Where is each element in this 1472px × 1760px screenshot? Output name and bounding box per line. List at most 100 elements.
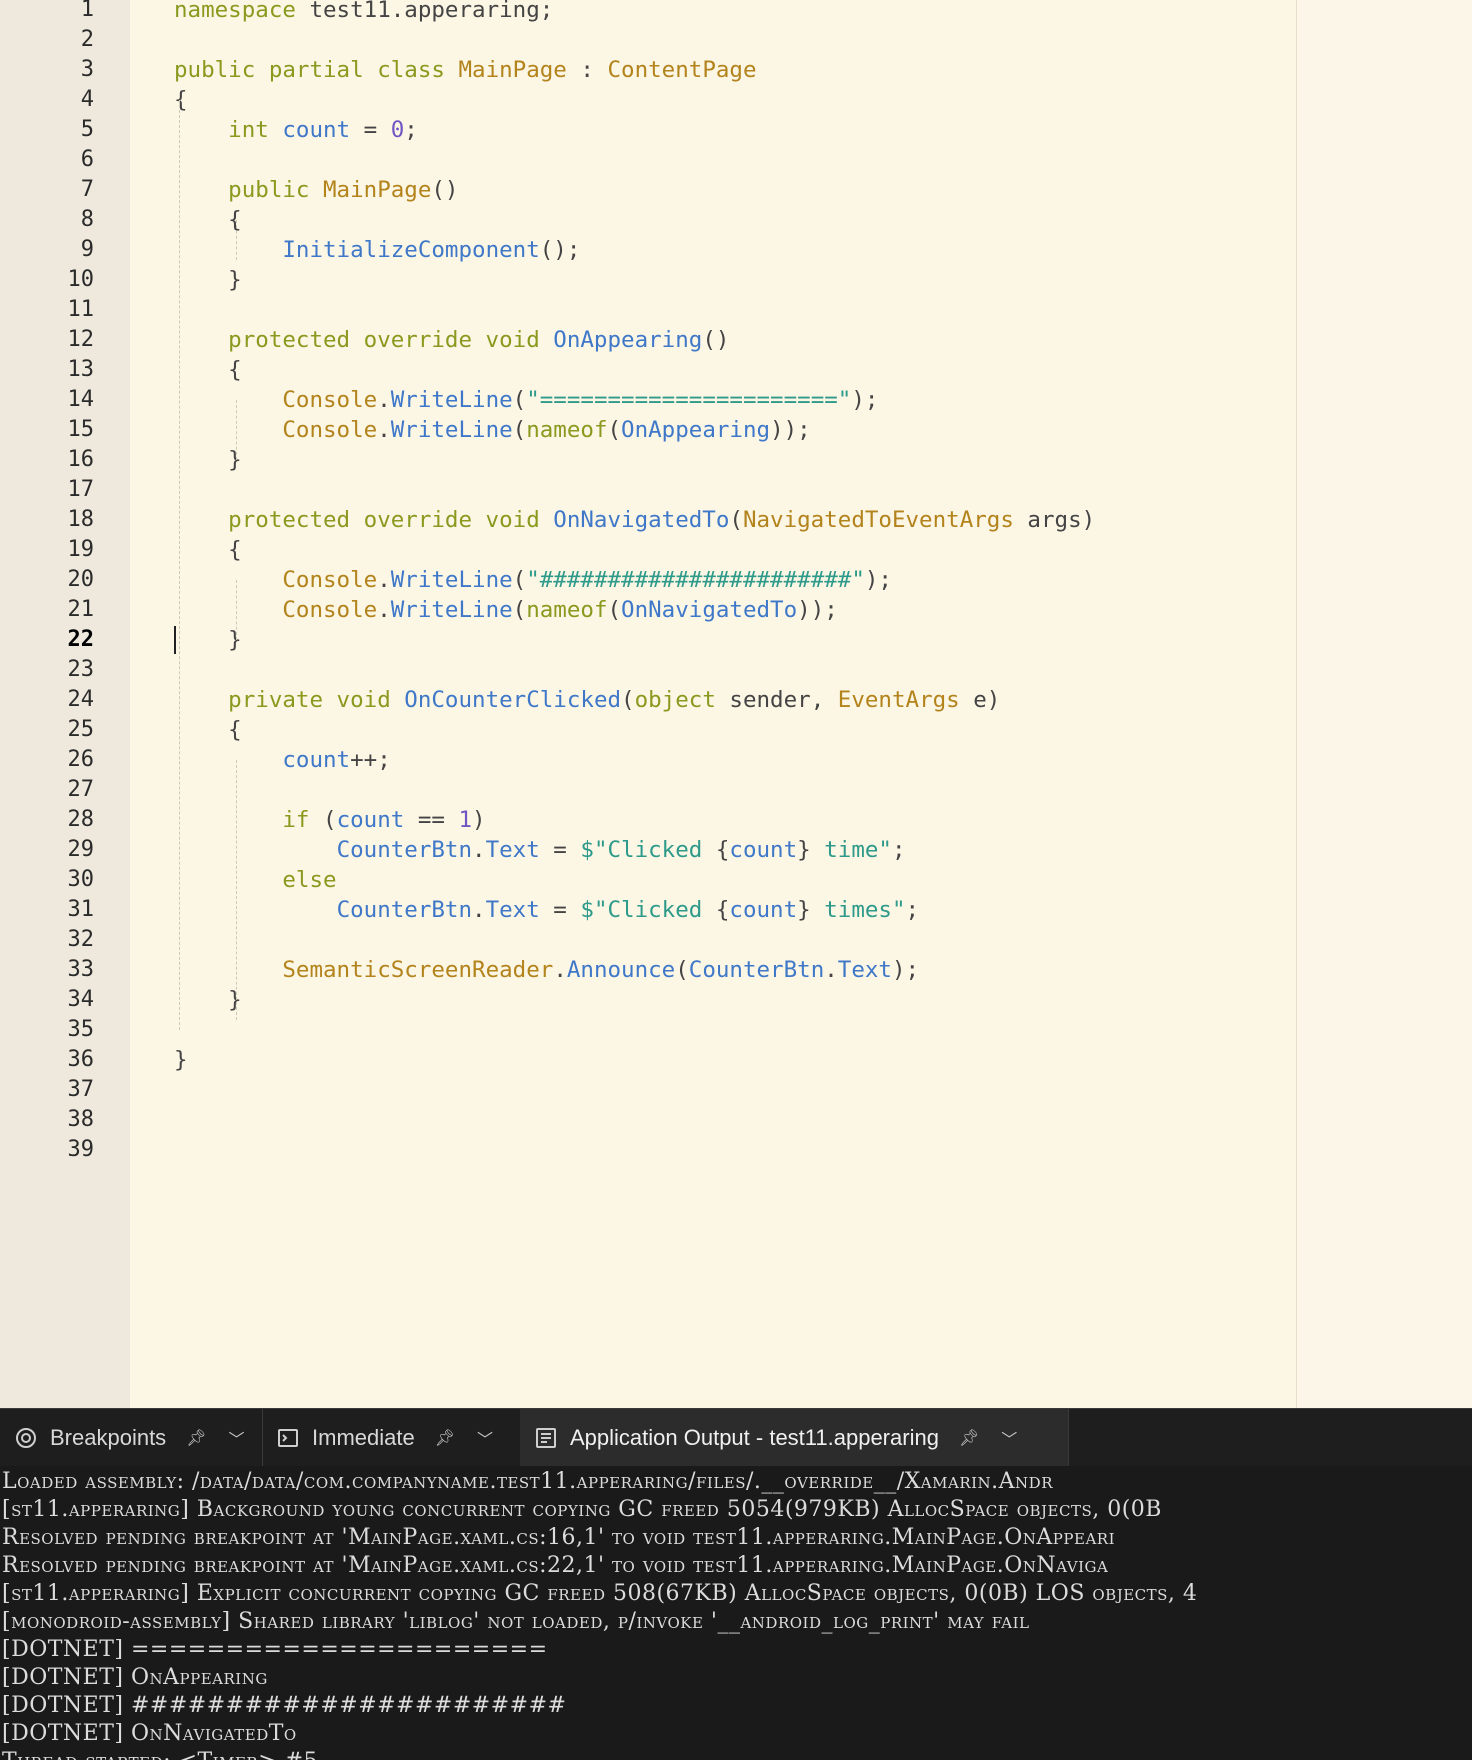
code-line: protected override void OnNavigatedTo(Na… — [174, 505, 1095, 535]
code-line: Console.WriteLine(nameof(OnNavigatedTo))… — [174, 595, 838, 625]
line-number: 33 — [67, 957, 95, 982]
pin-icon[interactable]: 📌︎ — [959, 1428, 979, 1448]
code-token: )); — [797, 597, 838, 623]
code-token: == — [404, 807, 459, 833]
code-token: Announce — [566, 957, 676, 983]
code-token: OnAppearing — [621, 417, 771, 443]
code-token: ( — [512, 567, 527, 593]
code-token: ; — [905, 897, 920, 923]
code-line: } — [174, 445, 242, 475]
code-line: public MainPage() — [174, 175, 458, 205]
code-token: sender, — [715, 687, 838, 713]
line-number: 31 — [67, 897, 95, 922]
code-line: } — [174, 985, 242, 1015]
code-token: OnNavigatedTo — [553, 507, 730, 533]
code-token: . — [472, 837, 486, 863]
code-token: "======================" — [526, 387, 852, 413]
output-line: [DOTNET] OnAppearing — [2, 1665, 268, 1690]
output-line: [DOTNET] ####################### — [2, 1693, 567, 1718]
code-line: } — [174, 265, 242, 295]
code-token: Console — [282, 567, 378, 593]
code-token: WriteLine — [390, 597, 513, 623]
pin-icon[interactable]: 📌︎ — [186, 1428, 206, 1448]
line-number: 18 — [67, 507, 95, 532]
code-token: } — [174, 987, 242, 1013]
line-number: 10 — [67, 267, 95, 292]
code-token: public partial class — [174, 57, 445, 83]
line-number: 23 — [67, 657, 95, 682]
code-token: . — [553, 957, 567, 983]
code-token: ( — [729, 507, 743, 533]
indent-guide — [236, 760, 237, 1020]
code-editor[interactable]: 1 2 3 4 5 6 7 8 9 10 11 12 13 14 15 16 17 18 19 20 21 22 23 24 2… — [0, 0, 1472, 1408]
code-line: CounterBtn.Text = $"Clicked {count} time… — [174, 895, 920, 925]
code-token: count — [729, 897, 798, 923]
code-token: } — [797, 897, 811, 923]
line-number: 3 — [80, 57, 94, 82]
code-token: ; — [404, 117, 418, 143]
line-number: 12 — [67, 327, 95, 352]
code-token: ContentPage — [607, 57, 757, 83]
code-line: { — [174, 85, 188, 115]
code-token: CounterBtn — [688, 957, 825, 983]
code-token: { — [715, 837, 730, 863]
tab-immediate[interactable]: Immediate 📌︎ ﹀ — [262, 1409, 521, 1467]
chevron-down-icon[interactable]: ﹀ — [1001, 1426, 1017, 1450]
code-token: nameof — [526, 597, 608, 623]
code-token: . — [377, 387, 391, 413]
code-token: ++; — [350, 747, 391, 773]
code-token: CounterBtn — [336, 837, 473, 863]
code-token: OnCounterClicked — [404, 687, 622, 713]
line-number: 25 — [67, 717, 95, 742]
tab-application-output[interactable]: Application Output - test11.apperaring 📌… — [520, 1409, 1069, 1467]
pin-icon[interactable]: 📌︎ — [435, 1428, 455, 1448]
code-token: public — [174, 177, 310, 203]
code-token: ); — [851, 387, 879, 413]
code-token: { — [174, 717, 242, 743]
output-line: Thread started: <Timer> #5 — [2, 1748, 318, 1760]
code-token: private void — [174, 687, 391, 713]
line-number: 11 — [67, 297, 95, 322]
line-number: 8 — [80, 207, 94, 232]
line-number: 7 — [80, 177, 94, 202]
application-output-panel[interactable]: Loaded assembly: /data/data/com.companyn… — [0, 1466, 1472, 1760]
tab-breakpoints[interactable]: Breakpoints 📌︎ ﹀ — [0, 1409, 263, 1467]
code-line: { — [174, 355, 242, 385]
terminal-icon — [278, 1429, 298, 1447]
code-token: int — [174, 117, 269, 143]
code-token: )); — [770, 417, 811, 443]
line-number: 37 — [67, 1077, 95, 1102]
line-number: 19 — [67, 537, 95, 562]
code-area[interactable]: namespace test11.apperaring; public parti… — [174, 0, 1472, 1408]
line-number: 29 — [67, 837, 95, 862]
code-token: e) — [959, 687, 1001, 713]
chevron-down-icon[interactable]: ﹀ — [229, 1426, 245, 1450]
code-token: 1 — [458, 807, 473, 833]
chevron-down-icon[interactable]: ﹀ — [477, 1426, 493, 1450]
code-token: () — [702, 327, 730, 353]
code-line: InitializeComponent(); — [174, 235, 580, 265]
code-token: nameof — [526, 417, 608, 443]
code-token: . — [472, 897, 486, 923]
line-number: 39 — [67, 1137, 95, 1162]
line-number: 34 — [67, 987, 95, 1012]
code-token: ( — [607, 417, 622, 443]
text-caret — [174, 626, 176, 654]
code-line: count++; — [174, 745, 391, 775]
code-token: = — [539, 897, 581, 923]
code-token: count — [336, 807, 405, 833]
code-token: EventArgs — [837, 687, 960, 713]
code-token: count — [282, 117, 351, 143]
line-number-gutter: 1 2 3 4 5 6 7 8 9 10 11 12 13 14 15 16 17 18 19 20 21 22 23 24 2… — [0, 0, 130, 1408]
indent-guide — [179, 100, 180, 1030]
